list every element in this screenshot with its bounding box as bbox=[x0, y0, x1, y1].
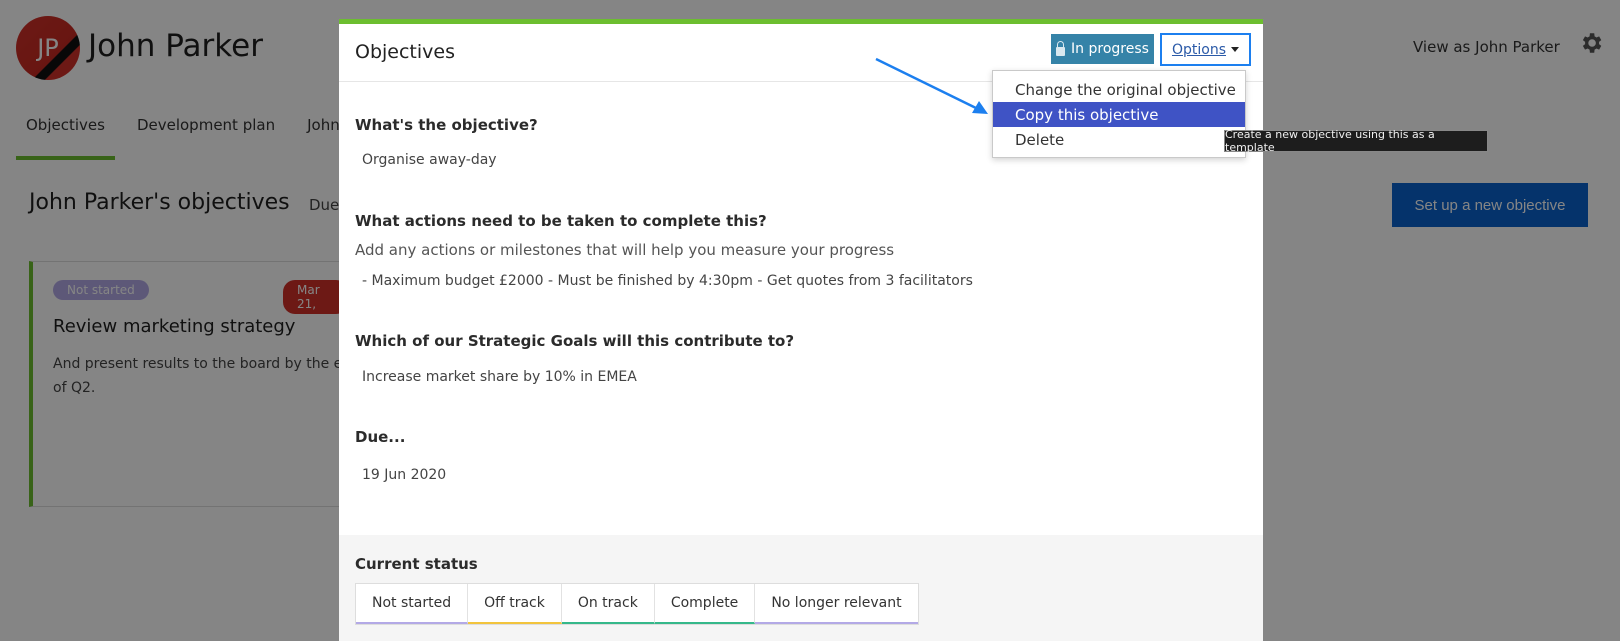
current-status-label: Current status bbox=[355, 555, 478, 573]
lock-icon bbox=[1056, 40, 1066, 56]
menu-item-copy-objective[interactable]: Copy this objective bbox=[993, 102, 1245, 127]
status-complete[interactable]: Complete bbox=[654, 584, 756, 624]
options-label: Options bbox=[1171, 41, 1227, 58]
in-progress-button[interactable]: In progress bbox=[1051, 34, 1154, 64]
in-progress-label: In progress bbox=[1071, 41, 1149, 57]
modal-title: Objectives bbox=[355, 41, 455, 63]
question-objective-label: What's the objective? bbox=[355, 116, 538, 134]
menu-item-change-original[interactable]: Change the original objective bbox=[993, 77, 1245, 102]
copy-objective-tooltip: Create a new objective using this as a t… bbox=[1224, 128, 1488, 154]
question-actions-label: What actions need to be taken to complet… bbox=[355, 212, 767, 230]
question-due-label: Due... bbox=[355, 428, 406, 446]
menu-item-delete[interactable]: Delete bbox=[993, 127, 1245, 152]
caret-down-icon bbox=[1231, 47, 1240, 52]
question-goals-value: Increase market share by 10% in EMEA bbox=[362, 369, 637, 385]
status-selector: Not started Off track On track Complete … bbox=[355, 583, 919, 625]
current-status-section: Current status Not started Off track On … bbox=[339, 535, 1263, 641]
question-actions-value: - Maximum budget £2000 - Must be finishe… bbox=[362, 273, 973, 289]
status-off-track[interactable]: Off track bbox=[468, 584, 562, 624]
options-dropdown-menu: Change the original objective Copy this … bbox=[992, 70, 1246, 158]
status-on-track[interactable]: On track bbox=[561, 584, 655, 624]
question-due-value: 19 Jun 2020 bbox=[362, 467, 447, 483]
question-goals-label: Which of our Strategic Goals will this c… bbox=[355, 332, 795, 350]
question-actions-sub: Add any actions or milestones that will … bbox=[355, 241, 895, 259]
question-objective-value: Organise away-day bbox=[362, 152, 497, 168]
options-button[interactable]: Options bbox=[1160, 33, 1251, 66]
status-no-longer-relevant[interactable]: No longer relevant bbox=[755, 584, 918, 624]
status-not-started[interactable]: Not started bbox=[356, 584, 469, 624]
